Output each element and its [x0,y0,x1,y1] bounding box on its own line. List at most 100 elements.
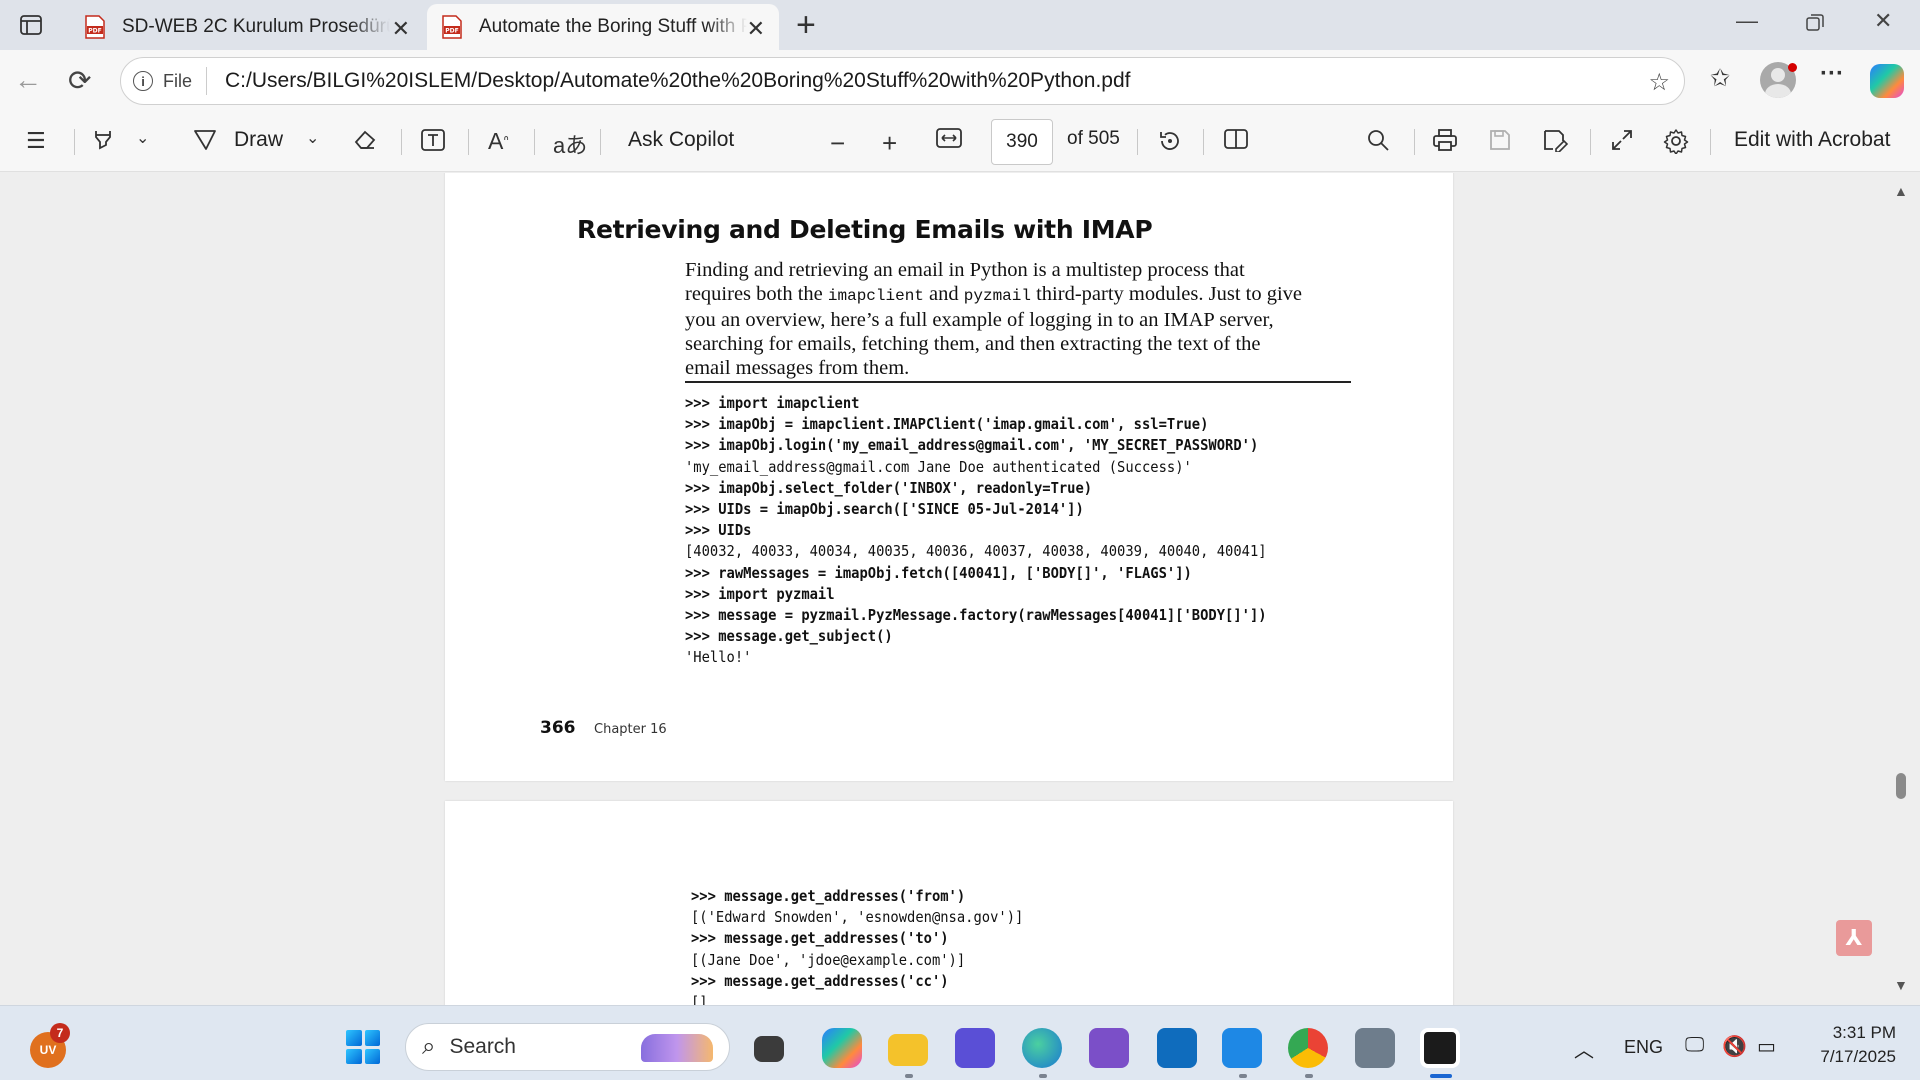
taskbar: UV 7 ⌕ Search ︿ ENG 🖵 🔇 ▭ 3:31 PM 7/17/2… [0,1005,1920,1080]
scrollbar-thumb[interactable] [1896,773,1906,799]
scroll-up-arrow-icon[interactable]: ▲ [1894,183,1908,199]
draw-icon [194,130,216,150]
scroll-down-arrow-icon[interactable]: ▼ [1894,977,1908,993]
address-bar[interactable]: i File C:/Users/BILGI%20ISLEM/Desktop/Au… [120,57,1685,105]
code-line: >>> message.get_subject() [685,627,893,646]
notification-dot [1788,63,1797,72]
highlight-dropdown-icon[interactable]: ⌄ [136,128,149,148]
find-icon[interactable] [1366,128,1390,152]
snipping-tool-icon[interactable] [1420,1028,1460,1068]
new-tab-icon[interactable]: + [796,6,816,45]
search-icon: ⌕ [422,1033,436,1060]
close-tab-icon[interactable]: ✕ [747,16,765,42]
tab-actions-icon [20,15,42,35]
code-line: [] [691,993,708,1005]
copilot-app-icon[interactable] [822,1028,862,1068]
edge-icon[interactable] [1022,1028,1062,1068]
text-box-icon[interactable] [420,128,446,152]
eraser-icon[interactable] [352,128,378,150]
favorite-star-icon[interactable]: ☆ [1648,68,1670,97]
remote-desktop-icon[interactable] [1355,1028,1395,1068]
pdf-viewer[interactable]: Retrieving and Deleting Emails with IMAP… [0,173,1920,1005]
tab-bar: PDF SD-WEB 2C Kurulum Prosedürü-0 ✕ PDF … [0,0,1920,50]
chrome-icon[interactable] [1288,1028,1328,1068]
page-total: of 505 [1067,128,1120,149]
ask-copilot-button[interactable]: Ask Copilot [628,128,734,152]
code-line: >>> imapObj = imapclient.IMAPClient('ima… [685,415,1209,434]
task-view-icon[interactable] [754,1036,784,1062]
system-clock[interactable]: 3:31 PM 7/17/2025 [1786,1021,1896,1069]
favorites-icon[interactable]: ✩ [1710,64,1730,93]
site-info-chip[interactable]: i File [133,67,208,95]
save-as-icon[interactable] [1542,128,1568,152]
translate-icon[interactable]: aあ [553,128,587,160]
input-language[interactable]: ENG [1624,1037,1663,1058]
chapter-label: Chapter 16 [594,722,667,737]
file-explorer-icon[interactable] [888,1034,928,1066]
minimize-icon[interactable]: — [1736,8,1758,34]
volume-muted-icon[interactable]: 🔇 [1722,1034,1747,1059]
save-icon[interactable] [1488,128,1512,152]
code-block: >>> import imapclient >>> imapObj = imapc… [685,393,1267,669]
more-options-icon[interactable]: ··· [1820,60,1844,88]
code-line: >>> UIDs = imapObj.search(['SINCE 05-Jul… [685,500,1084,519]
pdf-toolbar: ☰ ⌄ Draw ⌄ Aᐢ aあ Ask Copilot − + 390 of … [0,112,1920,172]
highlight-icon[interactable] [92,128,114,150]
notes-app-icon[interactable] [955,1028,995,1068]
code-line: >>> import pyzmail [685,584,835,603]
back-icon[interactable]: ← [14,64,42,96]
start-button[interactable] [346,1030,380,1064]
search-highlight-art [641,1034,713,1062]
svg-text:PDF: PDF [88,28,101,35]
draw-tool[interactable]: Draw [192,128,283,152]
edit-with-acrobat-button[interactable]: Edit with Acrobat [1734,128,1890,152]
acrobat-icon[interactable]: ⅄ [1836,920,1872,956]
print-icon[interactable] [1432,128,1458,152]
read-aloud-icon[interactable]: Aᐢ [488,128,509,155]
file-chip-label: File [163,70,193,91]
fullscreen-icon[interactable] [1610,128,1634,152]
outlook-icon[interactable] [1157,1028,1197,1068]
battery-icon[interactable]: ▭ [1757,1034,1776,1059]
close-window-icon[interactable]: ✕ [1874,8,1892,34]
code-line: [(Jane Doe', 'jdoe@example.com')] [691,950,966,969]
settings-icon[interactable] [1663,128,1689,154]
rotate-icon[interactable] [1157,128,1183,154]
zoom-in-icon[interactable]: + [882,128,897,159]
tray-overflow-icon[interactable]: ︿ [1574,1034,1594,1063]
code-line: [40032, 40033, 40034, 40035, 40036, 4003… [685,542,1267,561]
code-line: >>> message.get_addresses('from') [691,887,966,905]
close-tab-icon[interactable]: ✕ [392,16,410,42]
refresh-icon[interactable]: ⟳ [68,64,91,97]
page-number-input[interactable]: 390 [991,119,1053,165]
pdf-page-391: >>> message.get_addresses('from') [('Edwa… [445,801,1453,1005]
code-line: >>> import imapclient [685,394,860,412]
code-line: 'my_email_address@gmail.com Jane Doe aut… [685,457,1192,476]
copilot-icon[interactable] [1870,64,1904,98]
tab-sd-web[interactable]: PDF SD-WEB 2C Kurulum Prosedürü-0 ✕ [70,4,424,50]
svg-text:PDF: PDF [445,28,458,35]
url-text[interactable]: C:/Users/BILGI%20ISLEM/Desktop/Automate%… [225,69,1130,93]
search-placeholder: Search [449,1035,516,1058]
vscode-icon[interactable] [1222,1028,1262,1068]
page-view-icon[interactable] [1223,128,1249,150]
network-icon[interactable]: 🖵 [1685,1034,1704,1057]
code-line: >>> UIDs [685,521,752,540]
draw-dropdown-icon[interactable]: ⌄ [306,128,319,148]
tab-actions-button[interactable] [16,10,46,40]
weather-badge: 7 [50,1023,70,1043]
code-line: >>> message.get_addresses('to') [691,929,949,948]
taskbar-search[interactable]: ⌕ Search [405,1023,730,1071]
pdf-file-icon: PDF [85,15,105,39]
info-icon: i [133,71,153,91]
fit-width-icon[interactable] [936,128,962,148]
contents-icon[interactable]: ☰ [26,128,46,154]
tab-title: Automate the Boring Stuff with Python [479,16,747,37]
restore-icon[interactable] [1806,12,1824,38]
zoom-out-icon[interactable]: − [830,128,845,159]
tab-title: SD-WEB 2C Kurulum Prosedürü-0 [122,16,390,37]
tab-automate-boring-stuff[interactable]: PDF Automate the Boring Stuff with Pytho… [427,4,779,50]
visual-studio-icon[interactable] [1089,1028,1129,1068]
code-line: >>> imapObj.select_folder('INBOX', reado… [685,478,1093,497]
code-line: [('Edward Snowden', 'esnowden@nsa.gov')] [691,908,1024,927]
